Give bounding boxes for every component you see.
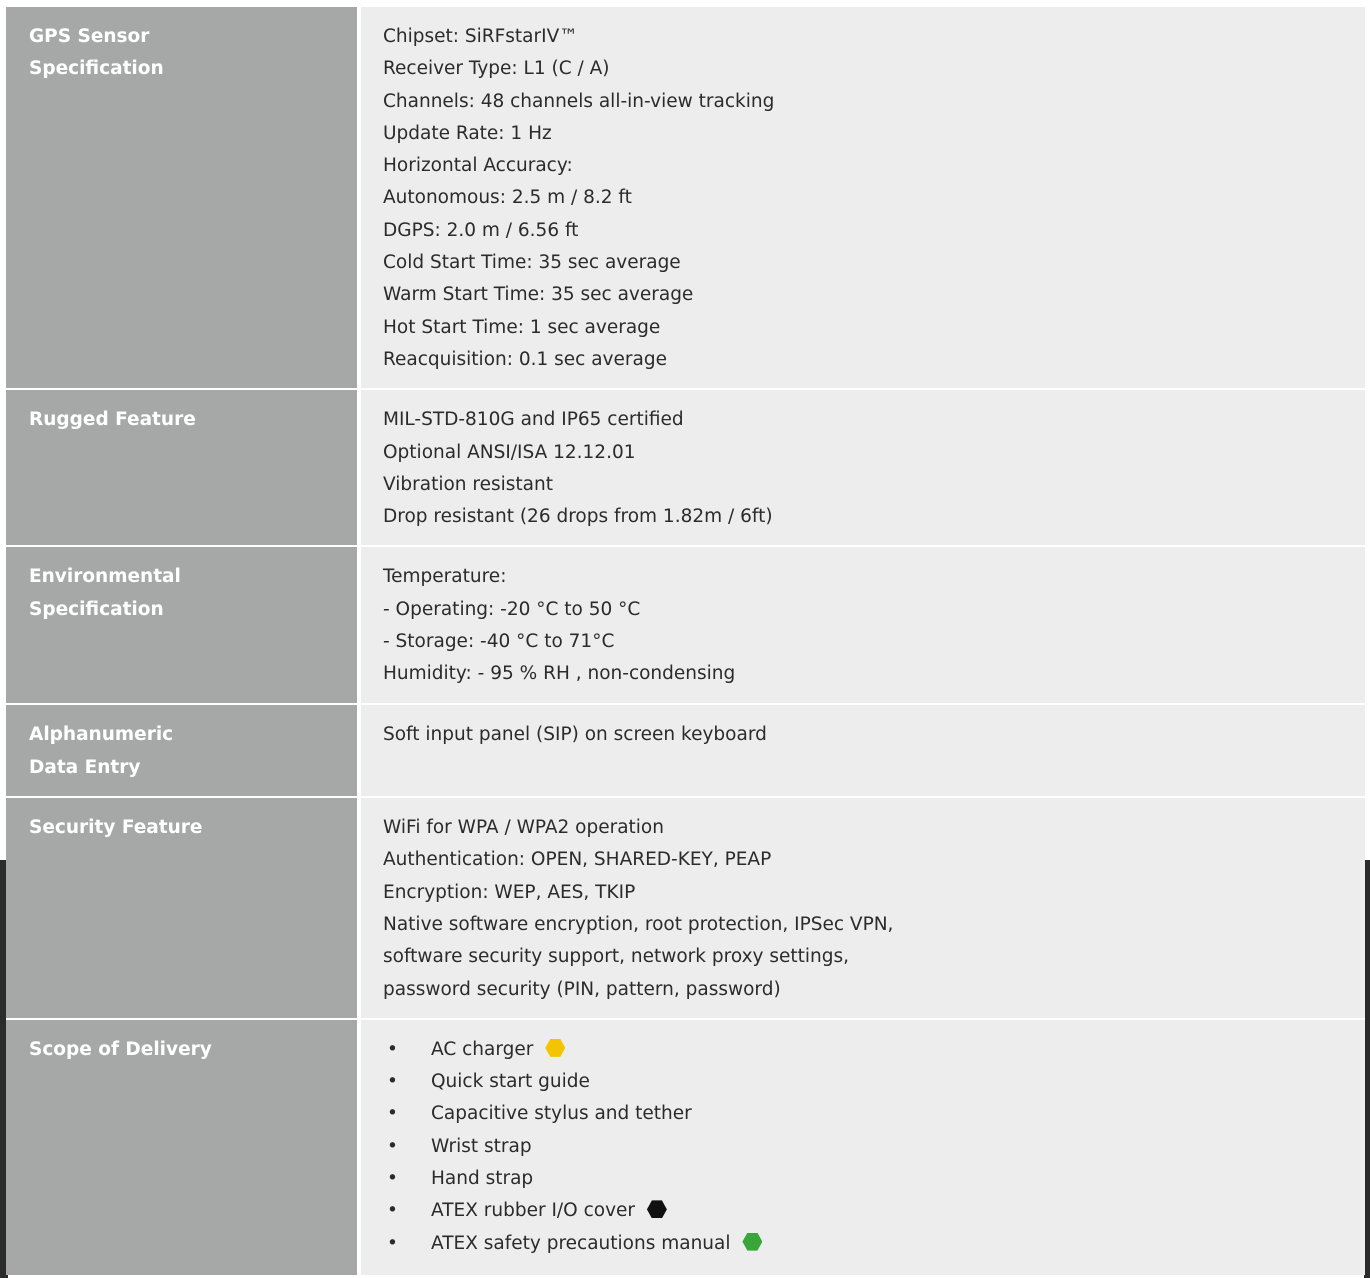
delivery-item: • Wrist strap	[383, 1131, 1345, 1163]
bullet-dot-icon: •	[387, 1103, 398, 1125]
spec-label-line: Rugged Feature	[29, 409, 196, 431]
bullet-dot-icon: •	[387, 1135, 398, 1157]
spec-label-cell: Rugged Feature	[6, 388, 359, 547]
spec-value-line: Receiver Type: L1 (C / A)	[383, 58, 610, 80]
spec-row-data-entry: Alphanumeric Data Entry Soft input panel…	[6, 703, 1365, 798]
delivery-item-text: Hand strap	[431, 1168, 534, 1190]
delivery-item: • Hand strap	[383, 1163, 1345, 1195]
spec-value-line: Native software encryption, root protect…	[383, 913, 894, 935]
delivery-item: • Capacitive stylus and tether	[383, 1098, 1345, 1130]
bullet-dot-icon: •	[387, 1038, 398, 1060]
spec-label-cell: Environmental Specification	[6, 545, 359, 705]
spec-label-line: Alphanumeric	[29, 724, 174, 746]
specification-table: GPS Sensor Specification Chipset: SiRFst…	[6, 7, 1365, 1275]
spec-value-cell: Soft input panel (SIP) on screen keyboar…	[357, 703, 1365, 798]
spec-label-line: Data Entry	[29, 756, 141, 778]
spec-value-cell: • AC charger • Quick start guide • Capac…	[357, 1017, 1365, 1275]
spec-row-scope-of-delivery: Scope of Delivery • AC charger • Quick s…	[6, 1017, 1365, 1275]
spec-value-line: Horizontal Accuracy:	[383, 155, 573, 177]
bullet-dot-icon: •	[387, 1200, 398, 1222]
spec-value-line: MIL-STD-810G and IP65 certified	[383, 409, 684, 431]
spec-value-line: Channels: 48 channels all-in-view tracki…	[383, 90, 775, 112]
spec-value-line: Drop resistant (26 drops from 1.82m / 6f…	[383, 506, 773, 528]
spec-label-line: Specification	[29, 598, 164, 620]
delivery-item: • Quick start guide	[383, 1066, 1345, 1098]
spec-value-line: - Operating: -20 °C to 50 °C	[383, 598, 641, 620]
spec-label-cell: Scope of Delivery	[6, 1017, 359, 1275]
delivery-bullet-list: • AC charger • Quick start guide • Capac…	[383, 1034, 1345, 1260]
spec-value-line: Encryption: WEP, AES, TKIP	[383, 881, 636, 903]
spec-value-cell: MIL-STD-810G and IP65 certified Optional…	[357, 388, 1365, 547]
delivery-item: • ATEX rubber I/O cover	[383, 1195, 1345, 1227]
bullet-dot-icon: •	[387, 1071, 398, 1093]
spec-row-gps-sensor: GPS Sensor Specification Chipset: SiRFst…	[6, 7, 1365, 390]
spec-value-line: Temperature:	[383, 566, 507, 588]
black-hexagon-icon	[646, 1200, 667, 1219]
spec-label-line: Security Feature	[29, 817, 203, 839]
spec-value-line: Hot Start Time: 1 sec average	[383, 316, 661, 338]
spec-value-line: Humidity: - 95 % RH , non-condensing	[383, 663, 736, 685]
spec-value-cell: WiFi for WPA / WPA2 operation Authentica…	[357, 796, 1365, 1019]
bullet-dot-icon: •	[387, 1232, 398, 1254]
spec-value-line: Optional ANSI/ISA 12.12.01	[383, 441, 636, 463]
delivery-item-text: Wrist strap	[431, 1135, 532, 1157]
spec-value-line: Warm Start Time: 35 sec average	[383, 284, 694, 306]
spec-value-cell: Temperature: - Operating: -20 °C to 50 °…	[357, 545, 1365, 705]
spec-value-line: Soft input panel (SIP) on screen keyboar…	[383, 724, 767, 746]
spec-row-rugged-feature: Rugged Feature MIL-STD-810G and IP65 cer…	[6, 388, 1365, 547]
delivery-item-text: ATEX safety precautions manual	[431, 1232, 731, 1254]
delivery-item-text: Quick start guide	[431, 1071, 590, 1093]
delivery-item-text: ATEX rubber I/O cover	[431, 1200, 636, 1222]
spec-value-line: Chipset: SiRFstarIV™	[383, 26, 578, 47]
bullet-dot-icon: •	[387, 1168, 398, 1190]
spec-value-line: DGPS: 2.0 m / 6.56 ft	[383, 219, 579, 241]
delivery-item: • AC charger	[383, 1034, 1345, 1066]
spec-label-cell: GPS Sensor Specification	[6, 7, 359, 390]
yellow-hexagon-icon	[545, 1038, 566, 1057]
spec-value-cell: Chipset: SiRFstarIV™ Receiver Type: L1 (…	[357, 7, 1365, 390]
spec-label-line: Environmental	[29, 566, 181, 588]
spec-value-line: software security support, network proxy…	[383, 946, 849, 968]
spec-row-environmental: Environmental Specification Temperature:…	[6, 545, 1365, 705]
spec-value-line: Authentication: OPEN, SHARED-KEY, PEAP	[383, 849, 772, 871]
spec-value-line: Autonomous: 2.5 m / 8.2 ft	[383, 187, 632, 209]
spec-value-line: Reacquisition: 0.1 sec average	[383, 348, 667, 370]
spec-label-cell: Security Feature	[6, 796, 359, 1019]
delivery-item-text: Capacitive stylus and tether	[431, 1103, 692, 1125]
spec-value-line: WiFi for WPA / WPA2 operation	[383, 817, 664, 839]
spec-value-line: password security (PIN, pattern, passwor…	[383, 978, 781, 1000]
green-hexagon-icon	[742, 1232, 763, 1251]
delivery-item-text: AC charger	[431, 1038, 534, 1060]
spec-value-line: Update Rate: 1 Hz	[383, 122, 552, 144]
spec-value-line: Cold Start Time: 35 sec average	[383, 252, 681, 274]
spec-label-line: Specification	[29, 58, 164, 80]
spec-value-line: - Storage: -40 °C to 71°C	[383, 631, 615, 653]
spec-row-security-feature: Security Feature WiFi for WPA / WPA2 ope…	[6, 796, 1365, 1019]
spec-value-line: Vibration resistant	[383, 473, 553, 495]
spec-label-line: Scope of Delivery	[29, 1038, 212, 1060]
spec-label-line: GPS Sensor	[29, 26, 150, 47]
spec-label-cell: Alphanumeric Data Entry	[6, 703, 359, 798]
delivery-item: • ATEX safety precautions manual	[383, 1228, 1345, 1260]
